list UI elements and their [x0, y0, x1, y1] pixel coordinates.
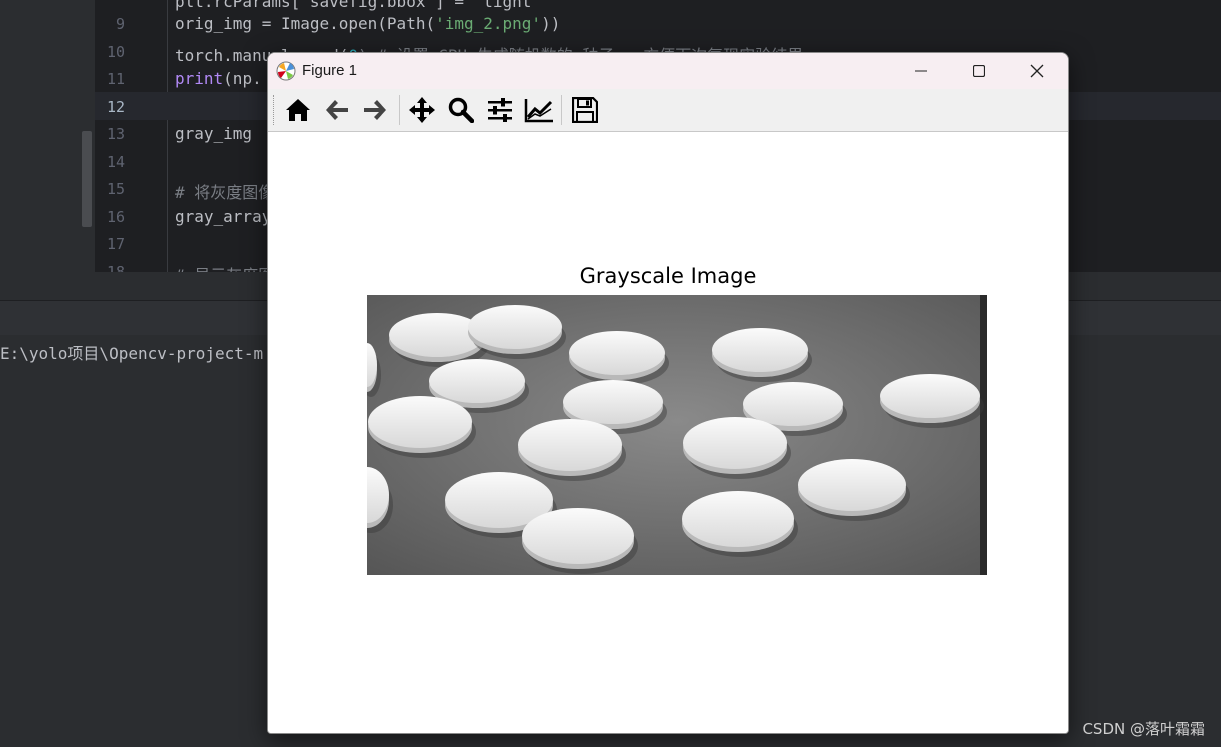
line-number: 11 — [106, 70, 125, 88]
toolbar-separator — [561, 95, 562, 125]
forward-button[interactable] — [358, 94, 392, 126]
customize-button[interactable] — [522, 94, 556, 126]
home-icon — [286, 99, 310, 121]
figure-canvas[interactable]: Grayscale Image — [268, 132, 1068, 733]
pill-tablet — [429, 359, 525, 403]
pill-tablet — [683, 417, 787, 469]
arrow-left-icon — [326, 100, 348, 120]
pill-tablet — [569, 331, 665, 375]
matplotlib-app-icon — [276, 61, 296, 81]
line-number: 13 — [106, 125, 125, 143]
close-button[interactable] — [1008, 53, 1066, 89]
toolbar-separator — [399, 95, 400, 125]
ide-scrollbar-thumb[interactable] — [82, 131, 92, 227]
line-number: 16 — [106, 207, 125, 226]
minimize-icon — [915, 70, 927, 72]
line-number: 15 — [106, 180, 125, 198]
minimize-button[interactable] — [892, 53, 950, 89]
watermark: CSDN @落叶霜霜 — [1082, 720, 1205, 738]
pill-tablet — [518, 419, 622, 471]
close-icon — [1030, 64, 1044, 78]
plot-title: Grayscale Image — [579, 264, 757, 288]
code-line: gray_img — [175, 124, 262, 143]
sliders-icon — [488, 98, 512, 122]
pill-tablet — [743, 382, 843, 426]
pill-tablet — [468, 305, 562, 349]
maximize-icon — [973, 65, 985, 77]
code-line: # 将灰度图像 — [175, 183, 275, 202]
pill-tablet — [522, 508, 634, 564]
maximize-button[interactable] — [950, 53, 1008, 89]
zoom-button[interactable] — [444, 94, 478, 126]
matplotlib-toolbar — [268, 89, 1068, 132]
pill-tablet — [682, 491, 794, 547]
pill-tablet — [880, 374, 980, 418]
line-number: 10 — [106, 42, 125, 61]
console-path-text: E:\yolo项目\Opencv-project-m — [0, 344, 264, 363]
code-line: orig_img = Image.open(Path('img_2.png')) — [175, 14, 561, 33]
back-button[interactable] — [320, 94, 354, 126]
code-line-fragment: plt.rcParams['savefig.bbox'] = 'tight' — [175, 0, 542, 11]
pill-tablet — [563, 380, 663, 424]
line-number: 9 — [115, 15, 125, 33]
line-number: 14 — [106, 152, 125, 171]
code-line: print(np. — [175, 69, 262, 88]
home-button[interactable] — [281, 94, 315, 126]
pan-button[interactable] — [405, 94, 439, 126]
line-chart-icon — [524, 99, 553, 123]
move-icon — [409, 97, 435, 123]
toolbar-grip[interactable] — [273, 95, 276, 125]
line-number: 17 — [106, 235, 125, 253]
pill-tablet — [798, 459, 906, 511]
save-button[interactable] — [568, 94, 602, 126]
grayscale-pills-image — [367, 295, 987, 575]
save-icon — [572, 97, 598, 123]
pill-tablet — [712, 328, 808, 372]
window-titlebar[interactable]: Figure 1 — [268, 53, 1068, 89]
subplots-button[interactable] — [483, 94, 517, 126]
figure-window[interactable]: Figure 1 Grayscale Image — [267, 52, 1069, 734]
window-title: Figure 1 — [302, 62, 358, 79]
ide-project-strip — [0, 0, 95, 300]
zoom-icon — [448, 97, 474, 123]
line-number: 12 — [106, 97, 125, 116]
pill-tablet — [368, 396, 472, 448]
arrow-right-icon — [364, 100, 386, 120]
code-line: gray_array — [175, 206, 272, 226]
